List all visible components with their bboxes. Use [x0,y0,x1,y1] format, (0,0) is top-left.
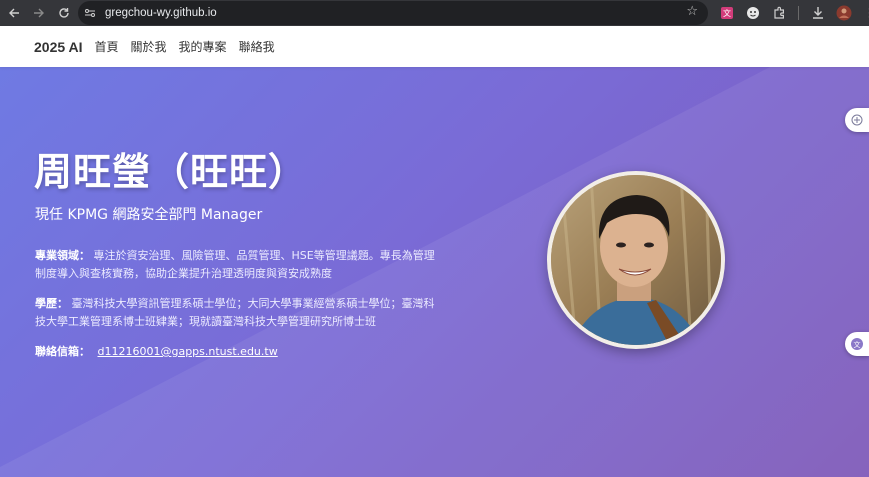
education-label: 學歷： [35,297,68,310]
back-icon[interactable] [3,2,25,24]
menu-icon[interactable] [859,2,869,24]
nav-link-about[interactable]: 關於我 [131,38,167,55]
expertise-text: 專注於資安治理、風險管理、品質管理、HSE等管理議題。專長為管理制度導入與查核實… [35,249,435,280]
profile-avatar [547,171,725,349]
browser-toolbar: gregchou-wy.github.io ☆ 文 [0,0,869,26]
toolbar-divider [798,6,799,20]
extension-icon[interactable] [768,2,790,24]
url-text[interactable]: gregchou-wy.github.io [105,7,217,19]
hero-title: 周旺瑩（旺旺） [34,150,308,194]
face-extension-icon[interactable] [742,2,764,24]
star-icon[interactable]: ☆ [686,4,698,19]
expertise-paragraph: 專業領域： 專注於資安治理、風險管理、品質管理、HSE等管理議題。專長為管理制度… [35,247,435,283]
education-text: 臺灣科技大學資訊管理系碩士學位；大同大學事業經營系碩士學位；臺灣科技大學工業管理… [35,297,435,328]
extensions-area: 文 [716,0,869,26]
floating-sidebar-button[interactable] [845,108,869,132]
site-info-icon[interactable] [81,4,99,22]
site-navbar: 2025 AI 首頁 關於我 我的專案 聯絡我 [0,26,869,67]
svg-text:文: 文 [723,8,731,18]
email-link[interactable]: d11216001@gapps.ntust.edu.tw [98,345,278,358]
svg-text:文: 文 [854,340,861,349]
hero-section: 周旺瑩（旺旺） 現任 KPMG 網路安全部門 Manager 專業領域： 專注於… [0,67,869,477]
forward-icon[interactable] [28,2,50,24]
nav-link-home[interactable]: 首頁 [95,38,119,55]
email-paragraph: 聯絡信箱： d11216001@gapps.ntust.edu.tw [35,343,435,361]
translate-extension-icon[interactable]: 文 [716,2,738,24]
nav-link-contact[interactable]: 聯絡我 [239,38,275,55]
reload-icon[interactable] [53,2,75,24]
email-label: 聯絡信箱： [35,345,90,358]
download-icon[interactable] [807,2,829,24]
nav-link-projects[interactable]: 我的專案 [179,38,227,55]
expertise-label: 專業領域： [35,249,90,262]
profile-icon[interactable] [833,2,855,24]
brand-logo[interactable]: 2025 AI [34,39,83,55]
education-paragraph: 學歷： 臺灣科技大學資訊管理系碩士學位；大同大學事業經營系碩士學位；臺灣科技大學… [35,295,435,331]
floating-translate-button[interactable]: 文 [845,332,869,356]
hero-subtitle: 現任 KPMG 網路安全部門 Manager [35,207,263,223]
address-bar[interactable]: gregchou-wy.github.io ☆ [78,1,708,25]
